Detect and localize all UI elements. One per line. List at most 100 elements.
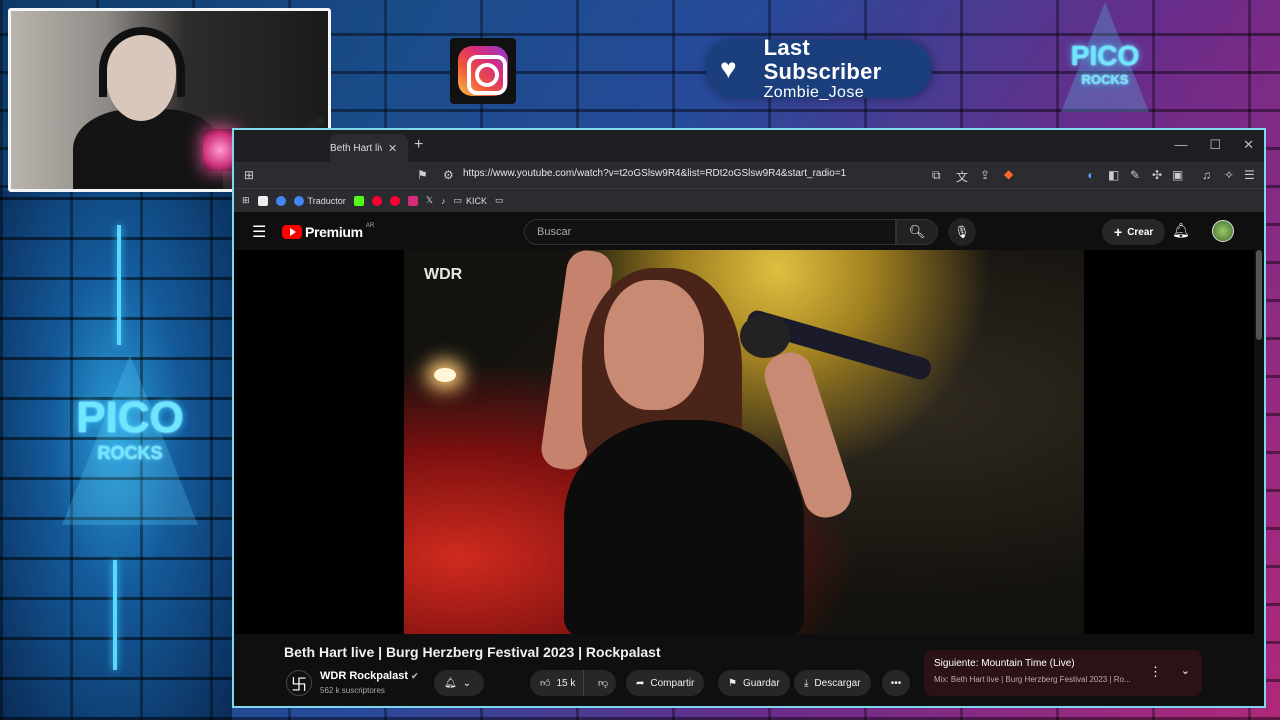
plus-icon: + xyxy=(1114,224,1123,240)
create-button[interactable]: + Crear xyxy=(1102,219,1166,245)
wdr-watermark: WDR xyxy=(424,266,463,283)
music-icon[interactable]: ♫ xyxy=(1202,168,1211,182)
microphone-icon: 🎙︎ xyxy=(954,225,970,239)
bookmark-youtube[interactable] xyxy=(371,195,382,206)
browser-titlebar: Beth Hart live | Burg Herzberg ✕ + — ☐ ✕ xyxy=(234,130,1264,162)
menu-icon[interactable]: ☰ xyxy=(1244,168,1255,182)
address-bar: ⊞ ⚑ ⚙ https://www.youtube.com/watch?v=t2… xyxy=(234,162,1264,188)
like-button[interactable]: 👍︎ 15 k xyxy=(530,670,584,696)
user-avatar[interactable] xyxy=(1212,220,1234,242)
window-close-icon[interactable]: ✕ xyxy=(1243,137,1254,153)
bookmark-google[interactable] xyxy=(275,195,286,206)
puzzle-icon[interactable]: ✣ xyxy=(1152,168,1162,182)
more-actions-button[interactable]: ••• xyxy=(882,670,910,696)
open-external-icon[interactable]: ⧉ xyxy=(932,168,941,183)
bookmark-item[interactable] xyxy=(257,195,268,206)
tiktok-icon: ♪ xyxy=(441,195,446,206)
dislike-button[interactable]: 👎︎ xyxy=(590,677,608,689)
verified-icon: ✔ xyxy=(411,671,419,681)
notifications-bell-icon[interactable]: 🔔︎ xyxy=(1172,222,1190,239)
youtube-logo[interactable]: Premium AR xyxy=(282,223,375,240)
bookmark-youtube-music[interactable] xyxy=(389,195,400,206)
video-title: Beth Hart live | Burg Herzberg Festival … xyxy=(284,644,661,660)
share-arrow-icon: ➦ xyxy=(636,677,645,689)
youtube-play-icon xyxy=(282,225,302,239)
chevron-down-icon: ⌄ xyxy=(462,677,472,689)
bookmark-folder-kick[interactable]: ▭ KICK xyxy=(454,195,488,206)
kebab-menu-icon[interactable]: ⋮ xyxy=(1149,664,1162,680)
search-input[interactable]: Buscar xyxy=(524,219,896,245)
video-info-bar: Beth Hart live | Burg Herzberg Festival … xyxy=(234,634,1254,706)
youtube-icon xyxy=(371,195,382,206)
heart-icon: ♥ xyxy=(720,53,737,84)
download-label: Descargar xyxy=(814,677,861,689)
pen-icon[interactable]: ✎ xyxy=(1130,168,1140,182)
more-icon: ••• xyxy=(890,677,902,689)
channel-avatar[interactable]: 卐 xyxy=(286,670,312,696)
bookmark-tiktok[interactable]: ♪ xyxy=(441,196,446,206)
channel-name[interactable]: WDR Rockpalast ✔ xyxy=(320,670,419,682)
download-icon: ⤓ xyxy=(804,677,809,689)
share-icon[interactable]: ⇪ xyxy=(980,168,990,182)
subscription-bell-button[interactable]: 🔔︎ ⌄ xyxy=(434,670,484,696)
neon-line xyxy=(113,560,117,670)
search-button[interactable]: 🔍︎ xyxy=(896,219,938,245)
window-controls: — ☐ ✕ xyxy=(1174,137,1254,153)
like-count: 15 k xyxy=(556,677,576,689)
url-field[interactable]: https://www.youtube.com/watch?v=t2oGSlsw… xyxy=(463,168,846,179)
create-label: Crear xyxy=(1127,226,1154,238)
download-button[interactable]: ⤓ Descargar xyxy=(794,670,871,696)
sparkle-icon[interactable]: ✧ xyxy=(1224,168,1234,182)
youtube-brand: Premium xyxy=(305,224,363,240)
youtube-music-icon xyxy=(389,195,400,206)
bookmark-kick[interactable] xyxy=(353,195,364,206)
video-frame[interactable]: WDR xyxy=(404,250,1084,634)
microphone-head xyxy=(740,314,790,358)
speaker-icon[interactable]: ◖ xyxy=(1086,168,1093,182)
new-tab-icon[interactable]: + xyxy=(414,136,423,154)
translate-icon[interactable]: 文 xyxy=(956,168,968,185)
browser-tab[interactable]: Beth Hart live | Burg Herzberg ✕ xyxy=(330,134,408,162)
bookmark-folder[interactable]: ▭ xyxy=(495,195,504,206)
channel-subscribers: 562 k suscriptores xyxy=(320,686,385,695)
close-icon[interactable]: ✕ xyxy=(388,142,397,155)
save-button[interactable]: ⚑ Guardar xyxy=(718,670,790,696)
translate-icon xyxy=(293,195,304,206)
singer-body xyxy=(564,420,804,634)
pico-rocks-logo: PICO ROCKS xyxy=(60,355,200,525)
share-label: Compartir xyxy=(650,677,695,689)
last-subscriber-name: Zombie_Jose xyxy=(763,84,865,101)
region-code: AR xyxy=(365,223,375,229)
instagram-icon xyxy=(407,195,418,206)
headset xyxy=(99,27,185,97)
screenshot-icon[interactable]: ▣ xyxy=(1172,168,1183,182)
maximize-icon[interactable]: ☐ xyxy=(1209,137,1221,153)
minimize-icon[interactable]: — xyxy=(1174,137,1187,153)
pico-rocks-logo: PICO ROCKS xyxy=(1060,2,1150,112)
youtube-header: ☰ Premium AR Buscar 🔍︎ 🎙︎ + Crear 🔔︎ xyxy=(234,212,1264,250)
bookmark-traductor[interactable]: Traductor xyxy=(293,195,346,206)
up-next-card[interactable]: Siguiente: Mountain Time (Live) Mix: Bet… xyxy=(924,650,1202,696)
apps-icon[interactable]: ⊞ xyxy=(244,168,254,182)
webcam-person-body xyxy=(73,109,223,189)
extension-icon[interactable]: ◧ xyxy=(1108,168,1119,182)
bookmark-icon xyxy=(257,195,268,206)
browser-window: Beth Hart live | Burg Herzberg ✕ + — ☐ ✕… xyxy=(232,128,1266,708)
bookmark-apps[interactable]: ⊞ xyxy=(242,195,250,206)
hamburger-menu-icon[interactable]: ☰ xyxy=(252,222,266,242)
bookmark-x[interactable]: 𝕏 xyxy=(426,195,433,206)
bookmark-icon[interactable]: ⚑ xyxy=(417,168,428,182)
video-player[interactable]: WDR xyxy=(234,250,1254,634)
chevron-down-icon[interactable]: ⌄ xyxy=(1181,664,1190,677)
voice-search-button[interactable]: 🎙︎ xyxy=(948,218,976,246)
folder-icon: ▭ xyxy=(495,195,504,205)
bookmark-instagram[interactable] xyxy=(407,195,418,206)
instagram-icon xyxy=(458,46,508,96)
brave-shield-icon[interactable]: ◆ xyxy=(1004,167,1013,181)
thumbs-down-icon: 👎︎ xyxy=(598,678,609,689)
bell-icon: 🔔︎ xyxy=(444,677,457,689)
last-subscriber-widget: ♥ Last Subscriber Zombie_Jose xyxy=(706,36,932,101)
scrollbar[interactable] xyxy=(1256,250,1262,340)
site-settings-icon[interactable]: ⚙ xyxy=(443,168,454,182)
share-button[interactable]: ➦ Compartir xyxy=(626,670,705,696)
